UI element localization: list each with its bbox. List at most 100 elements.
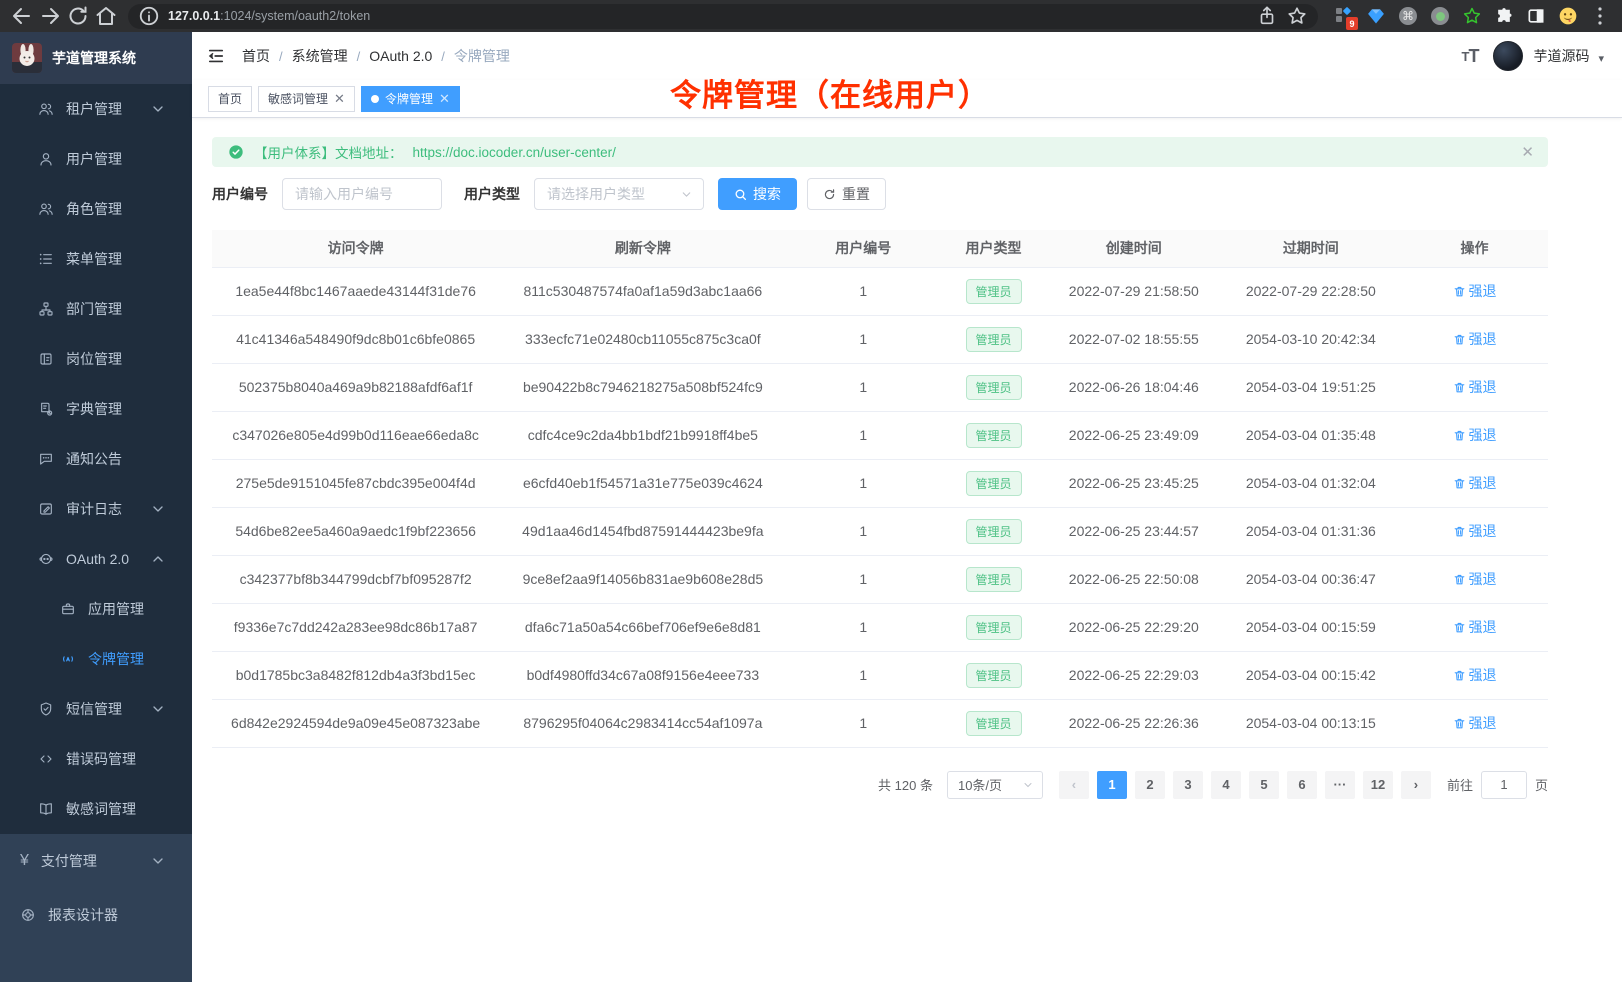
refresh-icon [823,188,836,201]
page-button-3[interactable]: 3 [1173,771,1203,799]
page-jump-input[interactable] [1481,771,1527,799]
force-logout-button[interactable]: 强退 [1453,617,1497,637]
tab-敏感词管理[interactable]: 敏感词管理✕ [258,86,355,112]
search-button[interactable]: 搜索 [718,178,797,210]
trash-icon [1453,477,1466,490]
sidebar-collapse-icon[interactable] [206,46,226,66]
app-logo[interactable]: 芋道管理系统 [0,32,192,84]
puzzle-extension-icon[interactable] [1494,6,1514,26]
sidebar-item-pay[interactable]: ¥支付管理 [0,834,192,888]
annotation-text: 令牌管理（在线用户） [670,70,990,115]
page-button-5[interactable]: 5 [1249,771,1279,799]
chevron-down-icon [150,853,166,869]
alert-close-icon[interactable]: ✕ [1521,143,1534,161]
page-button-6[interactable]: 6 [1287,771,1317,799]
chevron-down-icon [150,501,166,517]
table-row: 6d842e2924594de9a09e45e087323abe8796295f… [212,699,1548,747]
site-info-icon[interactable] [138,5,160,27]
sidebar-item-notice[interactable]: 通知公告 [0,434,192,484]
home-icon[interactable] [94,4,118,28]
side-panel-icon[interactable] [1526,6,1546,26]
force-logout-button[interactable]: 强退 [1453,281,1497,301]
sidebar-item-dict[interactable]: 字典管理 [0,384,192,434]
page-button-1[interactable]: 1 [1097,771,1127,799]
user-type-select[interactable]: 请选择用户类型 [534,178,704,210]
force-logout-button[interactable]: 强退 [1453,665,1497,685]
sidebar-item-label: 租户管理 [66,99,122,119]
back-icon[interactable] [10,4,34,28]
expire-time-cell: 2022-07-29 22:28:50 [1221,267,1401,315]
next-page-button[interactable]: › [1401,771,1431,799]
expire-time-cell: 2054-03-04 00:15:42 [1221,651,1401,699]
gem-extension-icon[interactable] [1366,6,1386,26]
tab-首页[interactable]: 首页 [208,86,252,112]
font-size-icon[interactable]: TT [1462,46,1479,67]
pager-ellipsis[interactable]: ··· [1325,771,1355,799]
user-id-cell: 1 [786,411,940,459]
sidebar-item-user[interactable]: 用户管理 [0,134,192,184]
alert-doc-link[interactable]: https://doc.iocoder.cn/user-center/ [413,145,616,160]
sidebar-item-sensitive[interactable]: 敏感词管理 [0,784,192,834]
created-time-cell: 2022-06-25 23:49:09 [1047,411,1221,459]
sidebar-item-report[interactable]: 报表设计器 [0,888,192,942]
sidebar-item-app-manage[interactable]: 应用管理 [0,584,192,634]
page-button-12[interactable]: 12 [1363,771,1393,799]
tab-close-icon[interactable]: ✕ [334,92,345,105]
trash-icon [1453,381,1466,394]
extensions-row: 9 ⌘ [1334,6,1578,26]
extension-grid-icon[interactable]: 9 [1334,6,1354,26]
sidebar-item-dept[interactable]: 部门管理 [0,284,192,334]
emoji-profile-icon[interactable] [1558,6,1578,26]
bookmark-star-icon[interactable] [1286,5,1308,27]
table-row: 502375b8040a469a9b82188afdf6af1fbe90422b… [212,363,1548,411]
sidebar-item-menu[interactable]: 菜单管理 [0,234,192,284]
reload-icon[interactable] [66,4,90,28]
breadcrumb-item: 令牌管理 [454,46,510,66]
avatar[interactable] [1493,41,1523,71]
page-size-select[interactable]: 10条/页 [947,771,1043,799]
breadcrumb-item[interactable]: 系统管理 [292,46,348,66]
tab-close-icon[interactable]: ✕ [439,92,450,105]
access-token-cell: c347026e805e4d99b0d116eae66eda8c [212,411,499,459]
navbar-actions: TT 芋道源码 ▾ [1402,41,1604,71]
page-size-value: 10条/页 [958,775,1002,794]
command-extension-icon[interactable]: ⌘ [1398,6,1418,26]
sidebar-item-token-manage[interactable]: 令牌管理 [0,634,192,684]
page-button-4[interactable]: 4 [1211,771,1241,799]
user-type-cell: 管理员 [940,555,1047,603]
reset-button[interactable]: 重置 [807,178,886,210]
force-logout-button[interactable]: 强退 [1453,713,1497,733]
book-icon [38,801,54,817]
prev-page-button[interactable]: ‹ [1059,771,1089,799]
sidebar-item-audit[interactable]: 审计日志 [0,484,192,534]
user-type-tag: 管理员 [966,567,1022,592]
force-logout-button[interactable]: 强退 [1453,377,1497,397]
sidebar-item-tenant[interactable]: 租户管理 [0,84,192,134]
record-extension-icon[interactable] [1430,6,1450,26]
force-logout-button[interactable]: 强退 [1453,425,1497,445]
force-logout-button[interactable]: 强退 [1453,521,1497,541]
trash-icon [1453,669,1466,682]
sidebar-item-sms[interactable]: 短信管理 [0,684,192,734]
tab-令牌管理[interactable]: 令牌管理✕ [361,86,460,112]
star-extension-icon[interactable] [1462,6,1482,26]
caret-down-icon[interactable]: ▾ [1598,48,1604,65]
breadcrumb-item[interactable]: OAuth 2.0 [369,48,432,64]
browser-menu-icon[interactable] [1588,4,1612,28]
forward-icon[interactable] [38,4,62,28]
sidebar-item-oauth[interactable]: OAuth 2.0 [0,534,192,584]
share-icon[interactable] [1256,5,1278,27]
user-id-input[interactable] [282,178,442,210]
sidebar-item-post[interactable]: 岗位管理 [0,334,192,384]
breadcrumb-item[interactable]: 首页 [242,46,270,66]
user-type-label: 用户类型 [464,184,520,204]
sidebar-item-role[interactable]: 角色管理 [0,184,192,234]
sidebar-item-errcode[interactable]: 错误码管理 [0,734,192,784]
page-button-2[interactable]: 2 [1135,771,1165,799]
expire-time-cell: 2054-03-04 00:13:15 [1221,699,1401,747]
force-logout-button[interactable]: 强退 [1453,329,1497,349]
force-logout-button[interactable]: 强退 [1453,569,1497,589]
force-logout-button[interactable]: 强退 [1453,473,1497,493]
dict-icon [38,401,54,417]
address-bar[interactable]: 127.0.0.1:1024/system/oauth2/token [128,4,1318,29]
